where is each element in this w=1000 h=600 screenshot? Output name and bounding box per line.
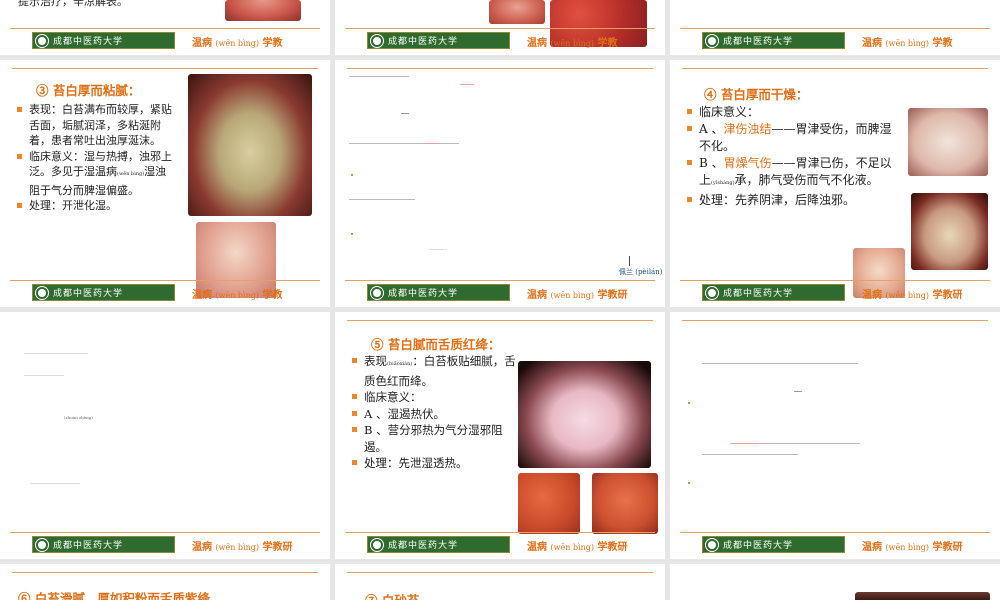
bullet-item: 临床意义： xyxy=(351,389,521,406)
university-logo-icon xyxy=(371,287,383,299)
tongue-image xyxy=(225,0,301,21)
university-logo-icon xyxy=(36,287,48,299)
university-banner: 成都中医药大学 xyxy=(32,536,175,553)
slide-thumb-8[interactable]: ⑤ 苔白腻而舌质红绛： 表现(biǎoxiàn)：白苔板贴细腻，舌质色红而绛。 … xyxy=(335,312,665,559)
bullet-item: 处理：先养阴津，后降浊邪。 xyxy=(686,192,896,209)
bullet-list: 表现(biǎoxiàn)：白苔板贴细腻，舌质色红而绛。 临床意义： A 、湿遏热… xyxy=(351,353,521,472)
slide-footer: 成都中医药大学 温病 (wēn bìng) 学教 xyxy=(0,277,330,307)
tongue-image xyxy=(188,74,312,216)
bullet-item: 表现(biǎoxiàn)：白苔板贴细腻，舌质色红而绛。 xyxy=(351,353,521,389)
slide-thumb-3[interactable]: 成都中医药大学 温病 (wēn bìng) 学教 xyxy=(670,0,1000,55)
slide-grid: 提示治疗，辛凉解表。 成都中医药大学 温病 (wēn bìng) 学教 成都中医… xyxy=(0,0,1000,600)
footer-tag: 温病 (wēn bìng) 学教 xyxy=(192,38,283,49)
bullet-item: A 、湿遏热伏。 xyxy=(351,406,521,423)
university-logo-icon xyxy=(706,35,718,47)
tongue-image xyxy=(518,473,580,534)
slide-footer: 成都中医药大学 温病 (wēn bìng) 学教研 xyxy=(0,529,330,559)
bullet-item: B 、胃燥气伤——胃津已伤，不足以上(yǐshàng)承，肺气受伤而气不化液。 xyxy=(686,155,896,192)
slide-thumb-12[interactable] xyxy=(670,564,1000,600)
footer-tag: 温病 (wēn bìng) 学教 xyxy=(862,38,953,49)
university-logo-icon xyxy=(36,35,48,47)
university-banner: 成都中医药大学 xyxy=(702,536,845,553)
tongue-image xyxy=(489,0,545,24)
tongue-image xyxy=(518,361,651,468)
slide-title: ④ 苔白厚而干燥： xyxy=(704,87,809,102)
slide-footer: 成都中医药大学 温病 (wēn bìng) 学教研 xyxy=(670,529,1000,559)
university-banner: 成都中医药大学 xyxy=(702,284,845,301)
university-logo-icon xyxy=(371,35,383,47)
university-banner: 成都中医药大学 xyxy=(32,284,175,301)
slide-footer: 成都中医药大学 温病 (wēn bìng) 学教 xyxy=(0,25,330,55)
footer-tag: 温病 (wēn bìng) 学教研 xyxy=(527,290,628,301)
slide-footer: 成都中医药大学 温病 (wēn bìng) 学教研 xyxy=(670,277,1000,307)
bullet-item: A 、津伤浊结——胃津受伤，而脾湿不化。 xyxy=(686,121,896,155)
slide-thumb-1[interactable]: 提示治疗，辛凉解表。 成都中医药大学 温病 (wēn bìng) 学教 xyxy=(0,0,330,55)
university-banner: 成都中医药大学 xyxy=(702,32,845,49)
university-logo-icon xyxy=(371,539,383,551)
university-banner: 成都中医药大学 xyxy=(367,284,510,301)
footer-tag: 温病 (wēn bìng) 学教研 xyxy=(862,542,963,553)
slide-text: 提示治疗，辛凉解表。 xyxy=(18,0,128,8)
slide-title: ⑦ 白砂苔 xyxy=(365,590,419,600)
pinyin-note: 佩兰 (pèilán) xyxy=(619,268,663,276)
footer-tag: 温病 (wēn bìng) 学教 xyxy=(527,38,618,49)
university-logo-icon xyxy=(706,287,718,299)
footer-tag: 温病 (wēn bìng) 学教研 xyxy=(527,542,628,553)
footer-tag: 温病 (wēn bìng) 学教研 xyxy=(192,542,293,553)
bullet-item: 处理：开泄化湿。 xyxy=(16,198,176,214)
footer-tag: 温病 (wēn bìng) 学教研 xyxy=(862,290,963,301)
bullet-list: 表现：白苔满布而较厚，紧贴舌面，垢腻润泽，多粘涎附着，患者常吐出浊厚涎沫。 临床… xyxy=(16,102,176,214)
slide-thumb-5[interactable]: 佩兰 (pèilán) 成都中医药大学 温病 (wēn bìng) 学教研 xyxy=(335,60,665,307)
slide-footer: 成都中医药大学 温病 (wēn bìng) 学教研 xyxy=(335,529,665,559)
slide-footer: 成都中医药大学 温病 (wēn bìng) 学教研 xyxy=(335,277,665,307)
tongue-image xyxy=(908,108,988,176)
bullet-item: 临床意义： xyxy=(686,104,896,121)
tongue-image xyxy=(855,592,990,600)
slide-thumb-9[interactable]: 成都中医药大学 温病 (wēn bìng) 学教研 xyxy=(670,312,1000,559)
slide-thumb-11[interactable]: ⑦ 白砂苔 xyxy=(335,564,665,600)
university-banner: 成都中医药大学 xyxy=(367,536,510,553)
bullet-item: B 、营分邪热为气分湿邪阻遏。 xyxy=(351,422,521,455)
pinyin-note: (zhuàn zhèng) xyxy=(64,415,93,420)
slide-thumb-4[interactable]: ③ 苔白厚而粘腻： 表现：白苔满布而较厚，紧贴舌面，垢腻润泽，多粘涎附着，患者常… xyxy=(0,60,330,307)
slide-footer: 成都中医药大学 温病 (wēn bìng) 学教 xyxy=(670,25,1000,55)
bullet-item: 表现：白苔满布而较厚，紧贴舌面，垢腻润泽，多粘涎附着，患者常吐出浊厚涎沫。 xyxy=(16,102,176,149)
bullet-item: 临床意义：湿与热搏，浊邪上泛。多见于湿温病(wēn bìng)湿浊阻于气分而脾湿… xyxy=(16,149,176,199)
tongue-image xyxy=(911,193,988,270)
university-banner: 成都中医药大学 xyxy=(367,32,510,49)
bullet-list: 临床意义： A 、津伤浊结——胃津受伤，而脾湿不化。 B 、胃燥气伤——胃津已伤… xyxy=(686,104,896,209)
university-logo-icon xyxy=(706,539,718,551)
university-banner: 成都中医药大学 xyxy=(32,32,175,49)
tongue-image xyxy=(592,473,658,534)
bullet-item: 处理：先泄湿透热。 xyxy=(351,455,521,472)
university-logo-icon xyxy=(36,539,48,551)
slide-footer: 成都中医药大学 温病 (wēn bìng) 学教 xyxy=(335,25,665,55)
slide-title: ⑥ 白苔滑腻，厚如积粉而舌质紫绛 xyxy=(18,591,210,600)
slide-thumb-6[interactable]: ④ 苔白厚而干燥： 临床意义： A 、津伤浊结——胃津受伤，而脾湿不化。 B 、… xyxy=(670,60,1000,307)
slide-thumb-2[interactable]: 成都中医药大学 温病 (wēn bìng) 学教 xyxy=(335,0,665,55)
footer-tag: 温病 (wēn bìng) 学教 xyxy=(192,290,283,301)
slide-title: ③ 苔白厚而粘腻： xyxy=(36,83,141,98)
slide-thumb-10[interactable]: ⑥ 白苔滑腻，厚如积粉而舌质紫绛 xyxy=(0,564,330,600)
slide-thumb-7[interactable]: (zhuàn zhèng) 成都中医药大学 温病 (wēn bìng) 学教研 xyxy=(0,312,330,559)
slide-title: ⑤ 苔白腻而舌质红绛： xyxy=(371,337,501,352)
